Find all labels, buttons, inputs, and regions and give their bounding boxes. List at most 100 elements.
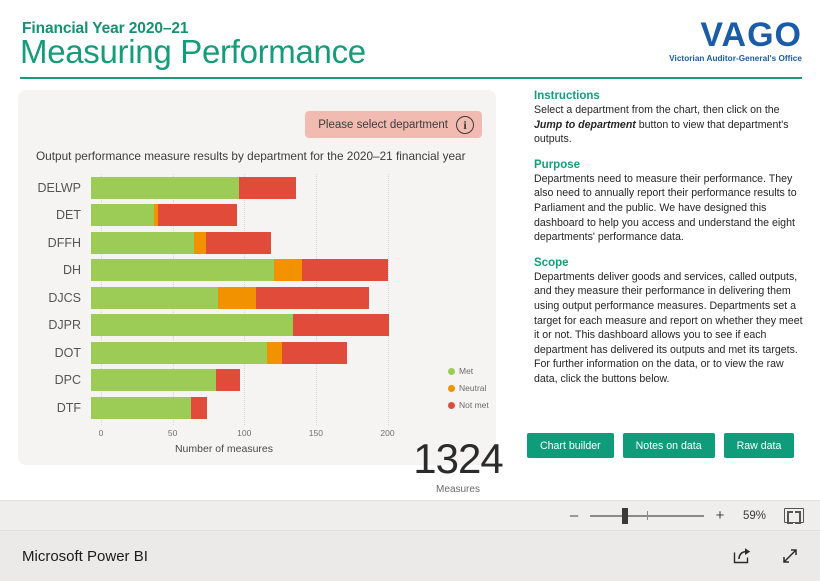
- bar-track: [91, 231, 496, 254]
- info-section: Scope Departments deliver goods and servi…: [534, 257, 806, 387]
- chart-builder-button[interactable]: Chart builder: [527, 433, 614, 458]
- chart-bar-rows: DELWP DET DFFH DH DJCS DJPR DOT DPC DTF: [18, 174, 496, 422]
- info-section: Instructions Select a department from the…: [534, 90, 806, 147]
- x-axis-tick-label: 150: [308, 428, 323, 438]
- info-section-heading: Scope: [534, 256, 569, 269]
- footer-icon-group: [732, 546, 800, 566]
- please-select-department-banner[interactable]: Please select department i: [305, 111, 482, 138]
- bar-category-label[interactable]: DJCS: [18, 291, 91, 305]
- chart-bar-row[interactable]: DOT: [18, 339, 496, 367]
- legend-label: Met: [459, 366, 474, 376]
- legend-item[interactable]: Neutral: [448, 381, 489, 395]
- chart-bar-row[interactable]: DH: [18, 257, 496, 285]
- chart-bar-row[interactable]: DJCS: [18, 284, 496, 312]
- bar-track: [91, 204, 496, 227]
- bar-segment-neutral[interactable]: [194, 231, 206, 254]
- zoom-in-button[interactable]: +: [714, 508, 726, 523]
- bar-track: [91, 314, 496, 337]
- bar-track: [91, 396, 496, 419]
- vago-logo-tagline: Victorian Auditor-General's Office: [669, 54, 802, 63]
- info-section-body: Departments need to measure their perfor…: [534, 172, 797, 244]
- bar-category-label[interactable]: DOT: [18, 346, 91, 360]
- bar-category-label[interactable]: DFFH: [18, 236, 91, 250]
- fullscreen-icon[interactable]: [780, 546, 800, 566]
- legend-item[interactable]: Met: [448, 364, 489, 378]
- chart-bar-row[interactable]: DJPR: [18, 312, 496, 340]
- power-bi-report-page: Financial Year 2020–21 Measuring Perform…: [0, 0, 820, 581]
- bar-category-label[interactable]: DJPR: [18, 318, 91, 332]
- zoom-out-button[interactable]: –: [568, 508, 580, 523]
- report-header: Financial Year 2020–21 Measuring Perform…: [0, 0, 820, 82]
- x-axis-tick-label: 100: [237, 428, 252, 438]
- bar-segment-met[interactable]: [91, 204, 155, 227]
- bar-category-label[interactable]: DTF: [18, 401, 91, 415]
- bar-category-label[interactable]: DET: [18, 208, 91, 222]
- notes-on-data-button[interactable]: Notes on data: [622, 433, 715, 458]
- please-select-department-label: Please select department: [318, 118, 448, 131]
- bar-track: [91, 341, 496, 364]
- share-icon[interactable]: [732, 546, 752, 566]
- bar-segment-met[interactable]: [91, 259, 275, 282]
- bar-track: [91, 286, 496, 309]
- page-title: Measuring Performance: [20, 33, 366, 70]
- chart-bar-row[interactable]: DTF: [18, 394, 496, 422]
- bar-segment-notmet[interactable]: [281, 341, 348, 364]
- bar-segment-notmet[interactable]: [158, 204, 238, 227]
- bar-category-label[interactable]: DH: [18, 263, 91, 277]
- bar-segment-met[interactable]: [91, 286, 219, 309]
- power-bi-product-name: Microsoft Power BI: [22, 547, 148, 565]
- header-divider: [20, 77, 802, 79]
- chart-bar-row[interactable]: DET: [18, 202, 496, 230]
- raw-data-button[interactable]: Raw data: [723, 433, 795, 458]
- stacked-bar-chart[interactable]: DELWP DET DFFH DH DJCS DJPR DOT DPC DTF: [18, 174, 496, 434]
- bar-segment-met[interactable]: [91, 396, 192, 419]
- bar-segment-notmet[interactable]: [191, 396, 208, 419]
- zoom-slider-notch: [647, 510, 648, 520]
- chart-bar-row[interactable]: DPC: [18, 367, 496, 395]
- measures-kpi-card: 1324 Measures: [410, 435, 506, 496]
- bar-category-label[interactable]: DPC: [18, 373, 91, 387]
- bar-segment-met[interactable]: [91, 176, 239, 199]
- bar-segment-notmet[interactable]: [238, 176, 296, 199]
- x-axis-tick-label: 0: [98, 428, 104, 438]
- bar-segment-notmet[interactable]: [292, 314, 389, 337]
- zoom-percent-label: 59%: [742, 509, 766, 522]
- zoom-slider[interactable]: [590, 507, 704, 524]
- chart-legend[interactable]: Met Neutral Not met: [448, 364, 489, 415]
- info-panel: Instructions Select a department from the…: [534, 90, 806, 399]
- bar-category-label[interactable]: DELWP: [18, 181, 91, 195]
- vago-logo-wordmark: VAGO: [700, 16, 802, 54]
- measures-kpi-value: 1324: [413, 435, 503, 482]
- bar-segment-neutral[interactable]: [267, 341, 282, 364]
- chart-title: Output performance measure results by de…: [36, 149, 466, 163]
- bar-segment-notmet[interactable]: [301, 259, 388, 282]
- legend-label: Not met: [459, 400, 489, 410]
- vago-logo: VAGO Victorian Auditor-General's Office: [669, 18, 802, 63]
- zoom-slider-thumb[interactable]: [622, 507, 628, 524]
- legend-swatch: [448, 401, 455, 409]
- bar-track: [91, 369, 496, 392]
- info-icon[interactable]: i: [456, 115, 474, 134]
- power-bi-footer: Microsoft Power BI: [0, 531, 820, 581]
- x-axis-tick-label: 200: [380, 428, 395, 438]
- chart-bar-row[interactable]: DFFH: [18, 229, 496, 257]
- legend-swatch: [448, 367, 455, 375]
- info-section-body: Select a department from the chart, then…: [534, 104, 789, 146]
- bar-segment-notmet[interactable]: [215, 369, 240, 392]
- bar-segment-met[interactable]: [91, 369, 216, 392]
- legend-item[interactable]: Not met: [448, 398, 489, 412]
- bar-segment-met[interactable]: [91, 314, 293, 337]
- bar-track: [91, 259, 496, 282]
- bar-segment-met[interactable]: [91, 341, 268, 364]
- action-button-row: Chart builder Notes on data Raw data: [527, 433, 795, 458]
- info-section-heading: Instructions: [534, 90, 600, 102]
- chart-bar-row[interactable]: DELWP: [18, 174, 496, 202]
- chart-card: Please select department i Output perfor…: [18, 90, 504, 495]
- bar-segment-notmet[interactable]: [255, 286, 369, 309]
- bar-segment-neutral[interactable]: [274, 259, 302, 282]
- bar-segment-notmet[interactable]: [205, 231, 272, 254]
- bar-segment-met[interactable]: [91, 231, 195, 254]
- fit-to-screen-icon[interactable]: [784, 508, 804, 524]
- x-axis-tick-label: 50: [167, 428, 178, 438]
- bar-segment-neutral[interactable]: [218, 286, 256, 309]
